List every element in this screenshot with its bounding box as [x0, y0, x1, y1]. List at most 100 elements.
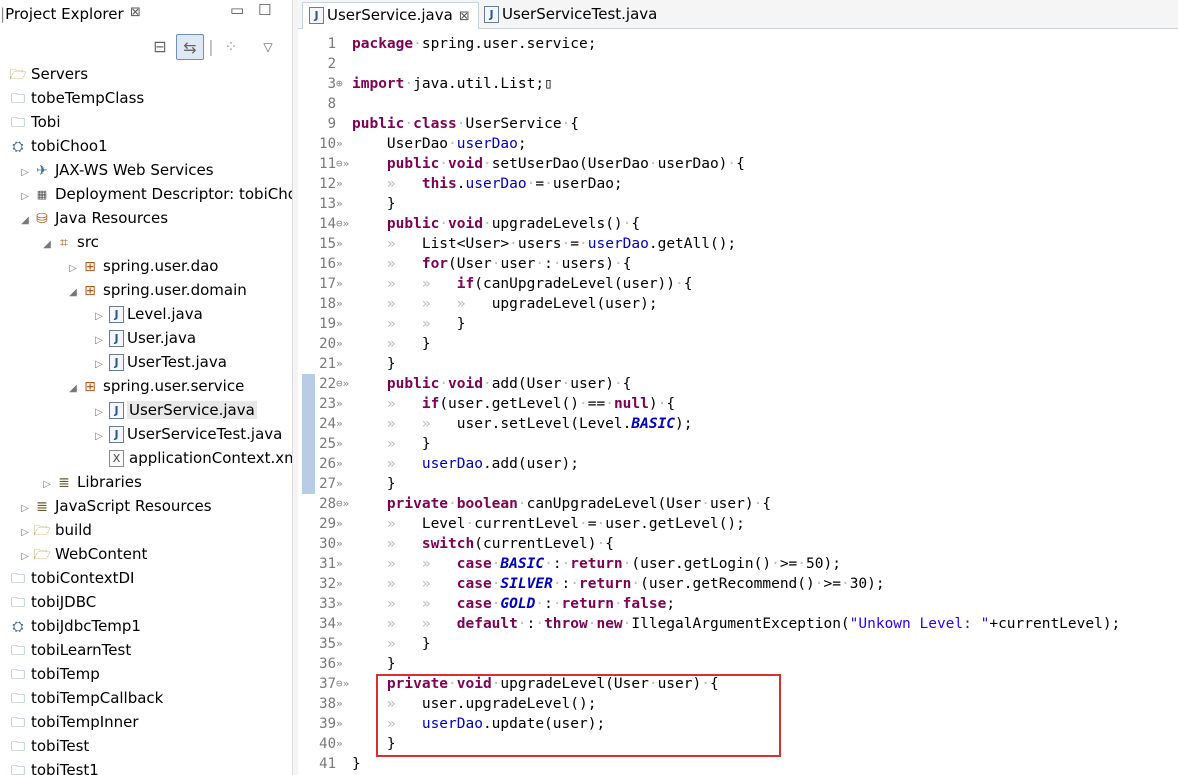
code-text: » » if(canUpgradeLevel(user))·{ — [352, 274, 693, 294]
fold-gutter: » — [336, 237, 343, 250]
whitespace-marker: · — [509, 236, 518, 252]
code-token: : — [544, 256, 553, 272]
fold-gutter: » — [336, 297, 343, 310]
tab-userservicetest-java[interactable]: J UserServiceTest.java — [478, 2, 665, 29]
fold-gutter: » — [336, 597, 343, 610]
tree-item[interactable]: ⛭ tobiJdbcTemp1 — [0, 614, 292, 638]
fold-gutter: » — [336, 137, 343, 150]
tree-item-label: tobiLearnTest — [31, 641, 132, 659]
explorer-view-tab[interactable]: |Project Explorer — [0, 5, 124, 23]
tree-item[interactable]: ⛭ tobiChoo1 — [0, 134, 292, 158]
whitespace-marker: · — [456, 116, 466, 132]
focus-on-working-set-icon[interactable]: ⁘ — [220, 34, 242, 60]
explorer-title-bar: |Project Explorer ⊠ ▭ ☐ — [0, 0, 292, 27]
tree-item[interactable]: 🗀 tobiTest — [0, 734, 292, 758]
tree-item[interactable]: 🗀 tobiTemp — [0, 662, 292, 686]
fold-gutter: » — [336, 717, 343, 730]
fold-collapse-icon[interactable]: ⊖» — [336, 674, 350, 694]
tree-item[interactable]: 🗀 tobiContextDI — [0, 566, 292, 590]
tree-item[interactable]: ▷ ✈ JAX-WS Web Services — [0, 158, 292, 182]
code-editor[interactable]: 1 package·spring.user.service; 2 3 ⊕ import·j… — [298, 34, 1178, 774]
tree-item[interactable]: XapplicationContext.xml — [0, 446, 292, 470]
line-number: 37 — [319, 676, 336, 692]
tree-item[interactable]: ◢ ⊞ spring.user.domain — [0, 278, 292, 302]
indent-marker: » — [352, 536, 422, 552]
tree-item[interactable]: 🗀 tobeTempClass — [0, 86, 292, 110]
indent-marker — [352, 656, 387, 672]
tree-item[interactable]: 🗁 Servers — [0, 62, 292, 86]
tree-item[interactable]: 🗀 tobiTempCallback — [0, 686, 292, 710]
tree-item[interactable]: 🗀 tobiTest1 — [0, 758, 292, 775]
line-number: 31 — [319, 556, 336, 572]
code-line: 14 ⊖» public·void·upgradeLevels()·{ — [298, 214, 1178, 234]
whitespace-marker: · — [727, 156, 737, 172]
view-menu-icon[interactable]: ▽ — [258, 34, 278, 60]
tree-item[interactable]: ▷ J UserTest.java — [0, 350, 292, 374]
tab-userservice-java[interactable]: J UserService.java ⊠ — [302, 2, 479, 29]
tree-item[interactable]: 🗀 tobiLearnTest — [0, 638, 292, 662]
whitespace-marker: · — [482, 216, 492, 232]
fold-collapse-icon[interactable]: ⊖» — [336, 154, 350, 174]
line-number: 27 — [319, 476, 336, 492]
explorer-close-icon[interactable]: ⊠ — [130, 5, 141, 20]
tree-item[interactable]: ▷ J UserService.java — [0, 398, 292, 422]
fold-expand-icon[interactable]: ⊕ — [336, 74, 350, 94]
tree-item[interactable]: ▷ 🗁 build — [0, 518, 292, 542]
code-text: public·void·setUserDao(UserDao·userDao)·… — [352, 154, 745, 174]
minimize-icon[interactable]: ▭ — [230, 1, 244, 19]
fold-gutter: » — [336, 257, 343, 270]
close-tab-icon[interactable]: ⊠ — [459, 9, 470, 24]
project-icon: 🗀 — [11, 642, 25, 659]
code-token: return — [570, 556, 623, 572]
tree-item[interactable]: 🗀 tobiTempInner — [0, 710, 292, 734]
tree-item[interactable]: ▷ J UserServiceTest.java — [0, 422, 292, 446]
tree-item-label: UserTest.java — [127, 353, 227, 371]
fold-collapse-icon[interactable]: ⊖» — [336, 494, 350, 514]
whitespace-marker: · — [561, 116, 571, 132]
tree-item[interactable]: ▷ ≣ Libraries — [0, 470, 292, 494]
code-text: » » } — [352, 314, 466, 334]
code-token: "Unkown Level: " — [849, 616, 990, 632]
tree-item[interactable]: ▷ 🗁 WebContent — [0, 542, 292, 566]
code-line: 20» » } — [298, 334, 1178, 354]
line-number: 40 — [319, 736, 336, 752]
code-token: .add(user); — [482, 456, 579, 472]
whitespace-marker: · — [404, 116, 414, 132]
tree-item-label: tobiTest — [31, 737, 90, 755]
code-token: BASIC — [631, 416, 676, 432]
code-token: upgradeLevels() — [491, 216, 623, 232]
line-number: 2 — [327, 56, 336, 72]
package-icon: ⊞ — [84, 282, 96, 299]
code-token: for — [421, 256, 449, 272]
whitespace-marker: · — [482, 156, 492, 172]
tree-item[interactable]: ▷ J Level.java — [0, 302, 292, 326]
code-line: 32» » » case·SILVER·:·return·(user.getRe… — [298, 574, 1178, 594]
code-token: } — [421, 436, 431, 452]
tree-item[interactable]: ◢ ⊞ spring.user.service — [0, 374, 292, 398]
code-line: 35» » } — [298, 634, 1178, 654]
code-token: java.util.List; — [413, 76, 545, 92]
line-number: 41 — [319, 756, 336, 772]
tree-item-label: Java Resources — [55, 209, 169, 227]
indent-marker: » — [352, 336, 422, 352]
tree-item[interactable]: ▷ J User.java — [0, 326, 292, 350]
tree-item[interactable]: 🗀 tobiJDBC — [0, 590, 292, 614]
code-token: user — [500, 256, 536, 272]
collapse-all-icon[interactable]: ⊟ — [150, 34, 170, 60]
tree-item[interactable]: ◢ ⌗ src — [0, 230, 292, 254]
fold-collapse-icon[interactable]: ⊖» — [336, 214, 350, 234]
code-token: user.getLevel(); — [605, 516, 745, 532]
whitespace-marker: · — [439, 216, 449, 232]
link-with-editor-icon[interactable]: ⇆ — [176, 34, 204, 60]
tree-item[interactable]: ▷ ≣ JavaScript Resources — [0, 494, 292, 518]
tree-item[interactable]: ◢ ⛁ Java Resources — [0, 206, 292, 230]
fold-collapse-icon[interactable]: ⊖» — [336, 374, 350, 394]
tree-item[interactable]: ▷ ⊞ spring.user.dao — [0, 254, 292, 278]
explorer-toolbar: ⊟ ⇆ | ⁘ ▽ — [0, 34, 292, 62]
code-token: . — [456, 176, 466, 192]
code-token: } — [386, 196, 396, 212]
tree-item[interactable]: ▷ ▦ Deployment Descriptor: tobiChoo1 — [0, 182, 292, 206]
line-number: 25 — [319, 436, 336, 452]
tree-item[interactable]: 🗀 Tobi — [0, 110, 292, 134]
maximize-icon[interactable]: ☐ — [258, 1, 271, 19]
